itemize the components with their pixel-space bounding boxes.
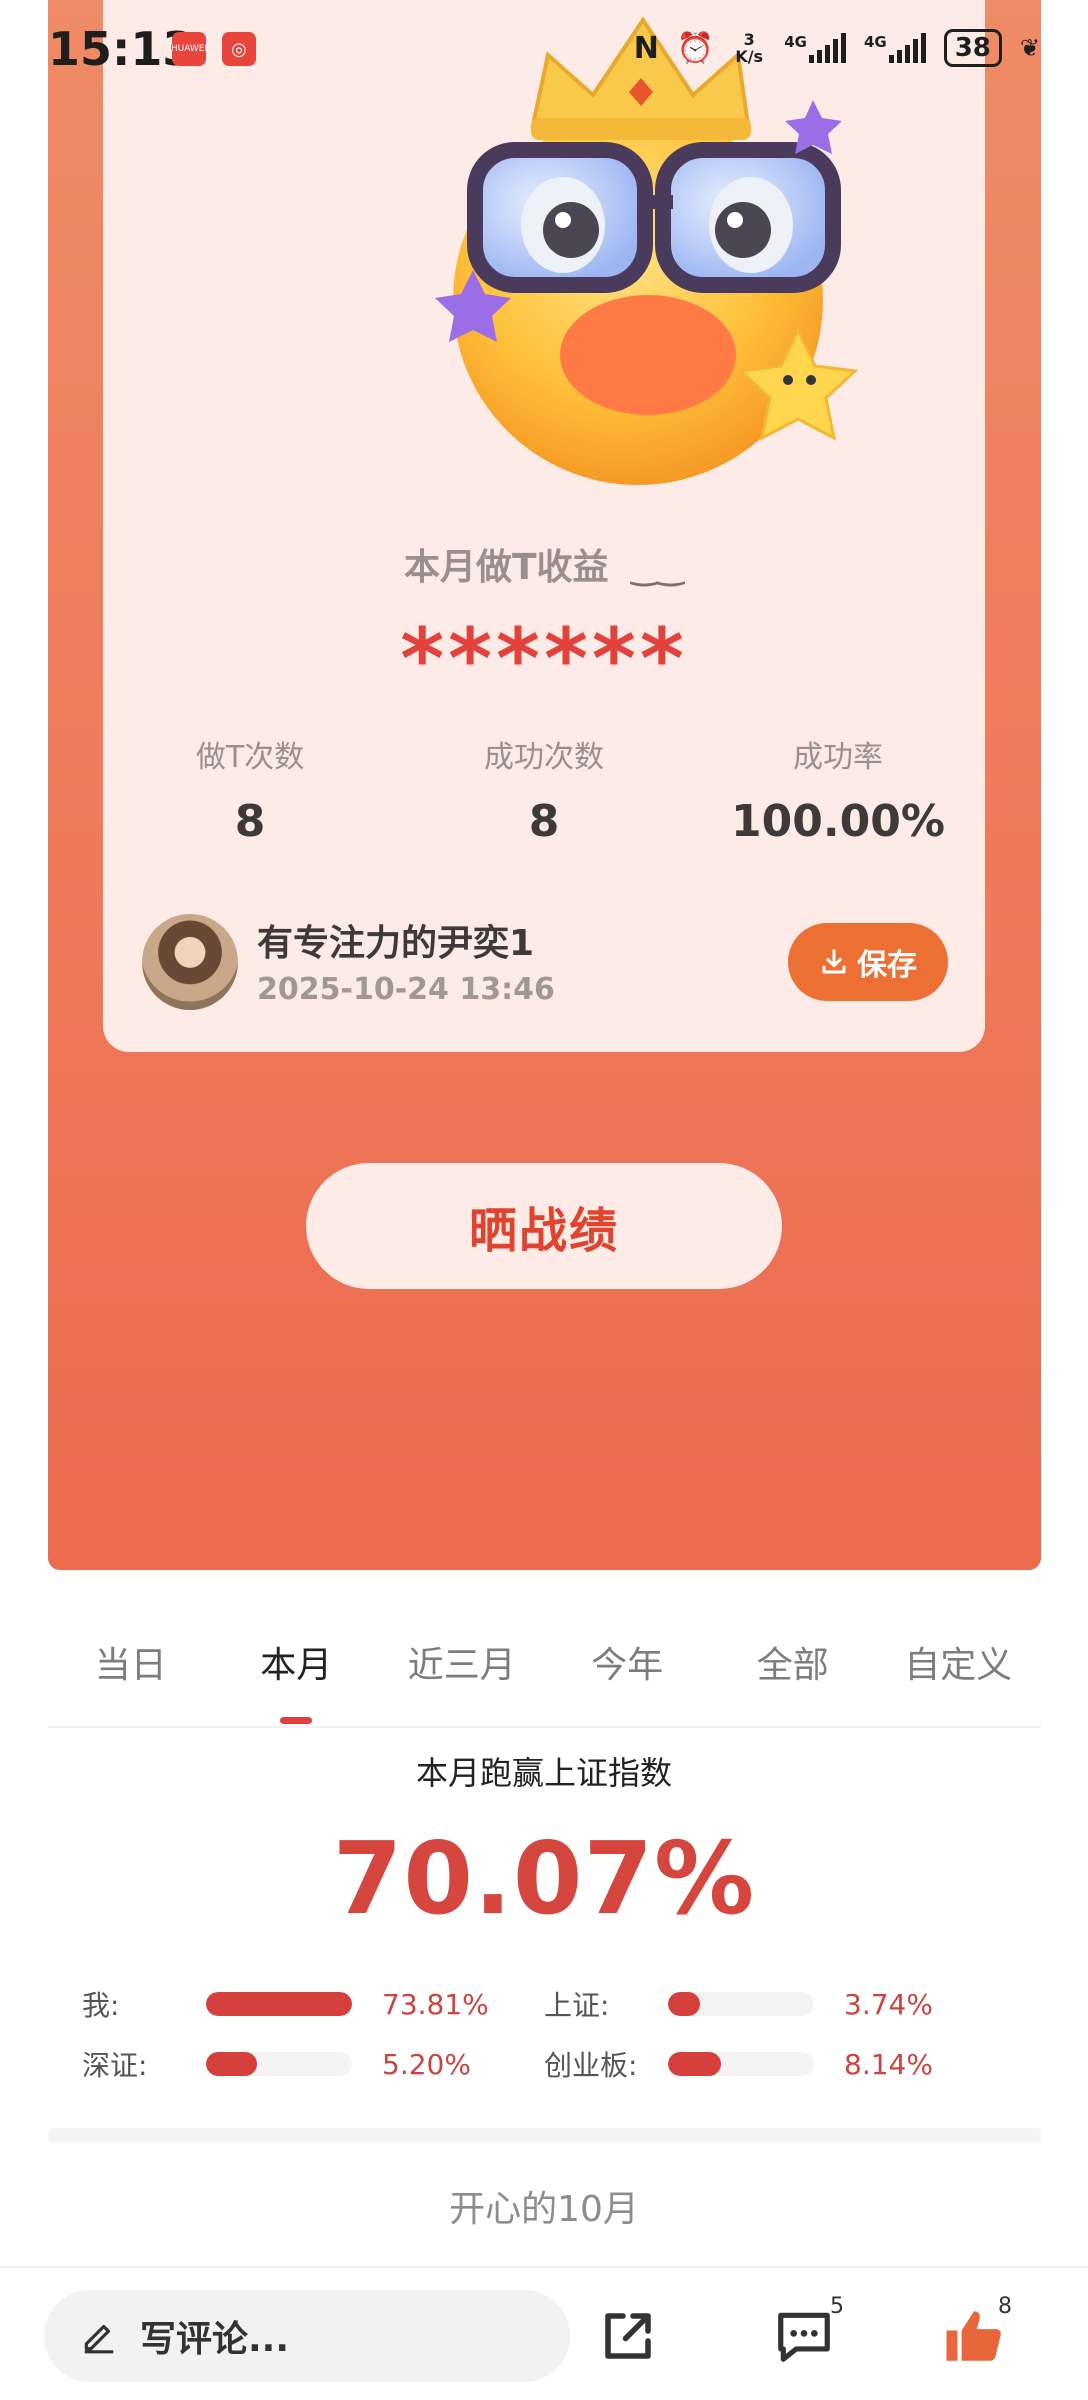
battery-icon: 38 (943, 29, 1002, 67)
nfc-icon: Ν (633, 30, 659, 66)
crown-band (531, 118, 751, 140)
bottom-bar-divider (0, 2266, 1088, 2268)
comparison-bar (668, 1992, 814, 2016)
screen: 15:13 HUAWEI ◎ Ν ⏰ 3 K/s 4G 4G 38 ❦ 本月做T… (0, 0, 1088, 2400)
comment-input[interactable]: 写评论... (44, 2290, 570, 2382)
network-type-2: 4G (863, 33, 887, 51)
download-icon (822, 949, 846, 974)
app-notification-icon: ◎ (222, 32, 256, 66)
network-speed: 3 K/s (735, 30, 764, 66)
comment-count: 5 (830, 2294, 844, 2319)
comparison-label: 深证: (82, 2049, 148, 2082)
period-tabs: 当日 本月 近三月 今年 全部 自定义 (48, 1636, 1041, 1726)
signal-2: 4G (864, 33, 926, 63)
comparison-bar (206, 1992, 352, 2016)
post-timestamp: 2025-10-24 13:46 (257, 972, 555, 1007)
stat-value: 8 (234, 796, 266, 847)
comparison-shenzhen: 深证: 5.20% (82, 2044, 471, 2084)
comparison-label: 上证: (544, 1989, 610, 2022)
user-name[interactable]: 有专注力的尹奕1 (257, 914, 534, 966)
mascot-mouth (560, 295, 736, 415)
leaf-icon: ❦ (1019, 34, 1040, 62)
comparison-bar (206, 2052, 352, 2076)
star-eye (783, 375, 793, 385)
stats-row: 做T次数 8 成功次数 8 成功率 100.00% (103, 732, 985, 847)
beat-index-title: 本月跑赢上证指数 (415, 1754, 672, 1792)
pencil-icon (84, 2324, 114, 2354)
stat-value: 8 (528, 796, 560, 847)
network-type-1: 4G (784, 33, 807, 51)
stat-trade-count: 做T次数 8 (103, 732, 397, 847)
tab-divider (48, 1726, 1041, 1728)
tab-custom[interactable]: 自定义 (876, 1636, 1042, 1726)
comparison-bar-fill (668, 2052, 721, 2076)
hidden-income-value: ****** (400, 610, 688, 708)
comment-icon (778, 2312, 830, 2362)
pupil-right-highlight (727, 212, 743, 228)
tab-this-month[interactable]: 本月 (214, 1636, 380, 1726)
comparison-chinext: 创业板: 8.14% (544, 2044, 933, 2084)
stat-value: 100.00% (731, 796, 945, 847)
avatar[interactable] (142, 914, 238, 1010)
glasses-bridge (638, 195, 673, 209)
save-label: 保存 (857, 948, 917, 983)
comparison-bar (668, 2052, 814, 2076)
star-eye (806, 375, 816, 385)
comparison-value: 5.20% (382, 2047, 471, 2081)
comparison-value: 73.81% (382, 1987, 489, 2021)
tab-this-year[interactable]: 今年 (545, 1636, 711, 1726)
status-icons: Ν ⏰ 3 K/s 4G 4G 38 ❦ (634, 26, 1040, 70)
share-button[interactable] (592, 2300, 664, 2372)
stat-label: 成功次数 (484, 740, 604, 775)
huawei-app-icon: HUAWEI (171, 32, 207, 66)
comment-placeholder: 写评论... (140, 2319, 290, 2360)
comparison-me: 我: 73.81% (82, 1984, 489, 2024)
status-bar: 15:13 HUAWEI ◎ Ν ⏰ 3 K/s 4G 4G 38 ❦ (0, 0, 1088, 96)
signal-bars-icon (888, 33, 926, 63)
pupil-left-highlight (555, 212, 571, 228)
beat-index-percent: 70.07% (332, 1820, 756, 1937)
eye-closed-icon[interactable]: ‿‿ (631, 549, 684, 587)
external-share-icon (605, 2313, 651, 2359)
stat-label: 做T次数 (195, 740, 305, 775)
comparison-value: 8.14% (844, 2047, 933, 2081)
like-count: 8 (998, 2294, 1012, 2319)
pupil-left (543, 202, 599, 258)
income-title-text: 本月做T收益 (403, 547, 609, 588)
signal-bars-icon (808, 33, 846, 63)
stat-label: 成功率 (793, 740, 883, 775)
comparison-shanghai: 上证: 3.74% (544, 1984, 933, 2024)
result-card: 本月做T收益 ‿‿ ****** 做T次数 8 成功次数 8 成功率 100.0… (103, 0, 985, 1052)
alarm-icon: ⏰ (676, 30, 715, 66)
monthly-income-title: 本月做T收益 ‿‿ (103, 538, 985, 590)
tab-today[interactable]: 当日 (48, 1636, 214, 1726)
tab-three-months[interactable]: 近三月 (379, 1636, 545, 1726)
comparison-value: 3.74% (844, 1987, 933, 2021)
tab-all[interactable]: 全部 (710, 1636, 876, 1726)
section-separator (48, 2128, 1041, 2142)
comparison-bar-fill (206, 1992, 352, 2016)
comparison-label: 创业板: (544, 2049, 638, 2082)
pupil-right (715, 202, 771, 258)
stat-success-rate: 成功率 100.00% (691, 732, 985, 847)
stat-success-count: 成功次数 8 (397, 732, 691, 847)
share-results-button[interactable]: 晒战绩 (306, 1163, 782, 1289)
post-title: 开心的10月 (449, 2189, 639, 2230)
comparison-bar-fill (668, 1992, 701, 2016)
comparison-bar-fill (206, 2052, 258, 2076)
signal-1: 4G (784, 33, 846, 63)
comparison-label: 我: (82, 1989, 120, 2022)
save-button[interactable]: 保存 (788, 923, 948, 1001)
